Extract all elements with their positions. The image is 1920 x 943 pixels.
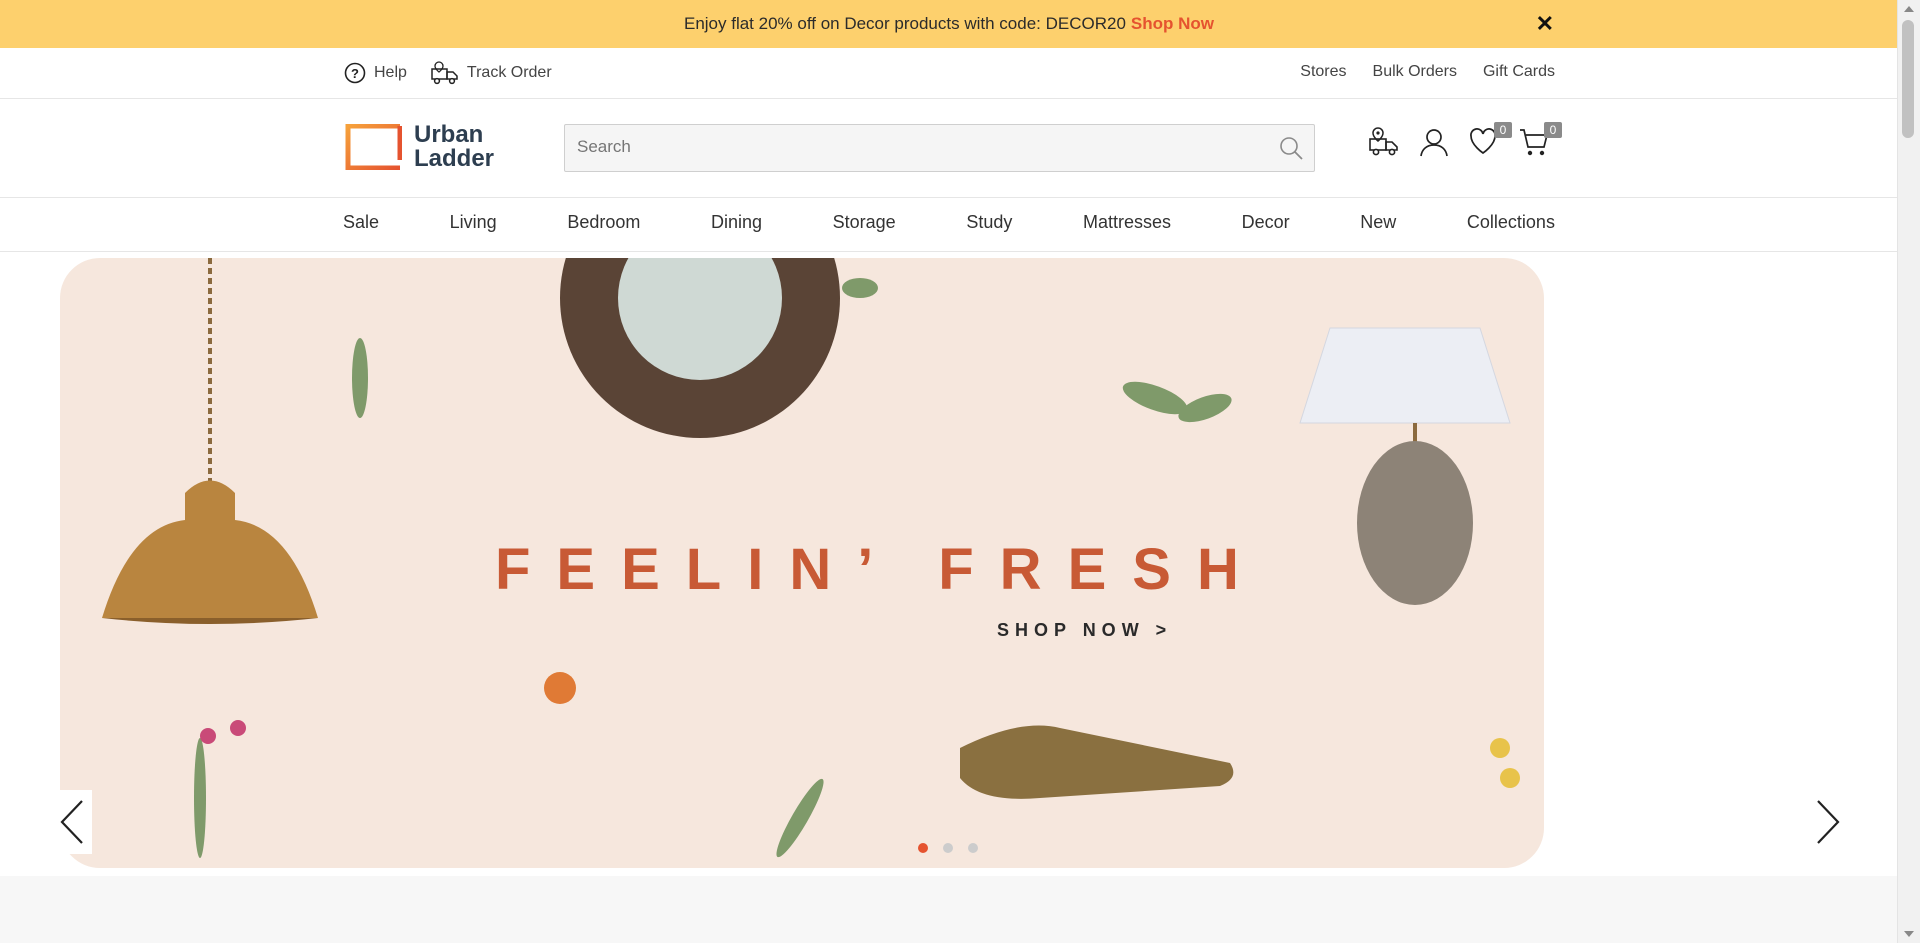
hero-headline: FEELIN’ FRESH	[495, 537, 1265, 602]
page-scrollbar[interactable]	[1897, 0, 1920, 943]
help-link[interactable]: ? Help	[344, 61, 407, 85]
bulk-orders-link[interactable]: Bulk Orders	[1373, 63, 1457, 81]
nav-item-bedroom[interactable]: Bedroom	[567, 212, 640, 233]
scroll-down-arrow-icon[interactable]	[1904, 931, 1914, 937]
carousel-dot-1[interactable]	[918, 843, 928, 853]
category-nav: Sale Living Bedroom Dining Storage Study…	[0, 198, 1898, 252]
hero-shop-now-cta[interactable]: SHOP NOW >	[997, 620, 1172, 641]
help-label: Help	[374, 64, 407, 81]
utility-bar: ? Help Track Order Stores Bulk Orders Gi…	[0, 48, 1898, 99]
promo-banner: Enjoy flat 20% off on Decor products wit…	[0, 0, 1898, 48]
nav-item-mattresses[interactable]: Mattresses	[1083, 212, 1171, 233]
track-order-label: Track Order	[466, 64, 552, 81]
carousel-dots	[918, 843, 978, 853]
scroll-up-arrow-icon[interactable]	[1904, 6, 1914, 12]
wishlist-count-badge: 0	[1494, 122, 1512, 138]
scrollbar-thumb[interactable]	[1902, 20, 1914, 138]
main-header: Urban Ladder 0 0	[0, 99, 1898, 198]
store-locator-icon[interactable]	[1368, 126, 1398, 158]
search-input[interactable]	[565, 125, 1269, 169]
promo-text: Enjoy flat 20% off on Decor products wit…	[683, 14, 1126, 33]
cart-count-badge: 0	[1544, 122, 1562, 138]
cart-icon[interactable]: 0	[1518, 122, 1562, 158]
urban-ladder-logo[interactable]: Urban Ladder	[344, 123, 494, 171]
carousel-prev-button[interactable]	[52, 790, 92, 854]
track-order-icon	[431, 61, 458, 85]
carousel-next-button[interactable]	[1808, 790, 1848, 854]
nav-item-decor[interactable]: Decor	[1242, 212, 1290, 233]
promo-shop-now-link[interactable]: Shop Now	[1131, 14, 1214, 34]
hero-banner[interactable]: FEELIN’ FRESH SHOP NOW >	[60, 258, 1544, 868]
account-icon[interactable]	[1418, 126, 1448, 158]
nav-item-study[interactable]: Study	[966, 212, 1012, 233]
nav-item-living[interactable]: Living	[450, 212, 497, 233]
help-icon: ?	[344, 62, 366, 84]
carousel-dot-3[interactable]	[968, 843, 978, 853]
hero-carousel: FEELIN’ FRESH SHOP NOW >	[0, 252, 1898, 876]
gift-cards-link[interactable]: Gift Cards	[1483, 63, 1555, 81]
wishlist-icon[interactable]: 0	[1468, 122, 1512, 158]
stores-link[interactable]: Stores	[1300, 63, 1346, 81]
logo-wordmark: Urban Ladder	[414, 123, 494, 171]
logo-mark-icon	[345, 124, 402, 170]
chevron-left-icon	[60, 800, 83, 844]
track-order-link[interactable]: Track Order	[431, 61, 552, 85]
close-icon[interactable]: ✕	[1536, 11, 1554, 37]
nav-item-sale[interactable]: Sale	[343, 212, 379, 233]
logo-line-1: Urban	[414, 121, 484, 148]
nav-item-storage[interactable]: Storage	[833, 212, 896, 233]
search-icon[interactable]	[1278, 135, 1304, 161]
svg-text:?: ?	[351, 66, 359, 81]
carousel-dot-2[interactable]	[943, 843, 953, 853]
nav-item-dining[interactable]: Dining	[711, 212, 762, 233]
page-section-below-hero	[0, 876, 1898, 943]
nav-item-new[interactable]: New	[1360, 212, 1396, 233]
logo-line-2: Ladder	[414, 145, 495, 172]
nav-item-collections[interactable]: Collections	[1467, 212, 1555, 233]
chevron-right-icon	[1817, 800, 1840, 844]
search-box	[564, 124, 1315, 172]
